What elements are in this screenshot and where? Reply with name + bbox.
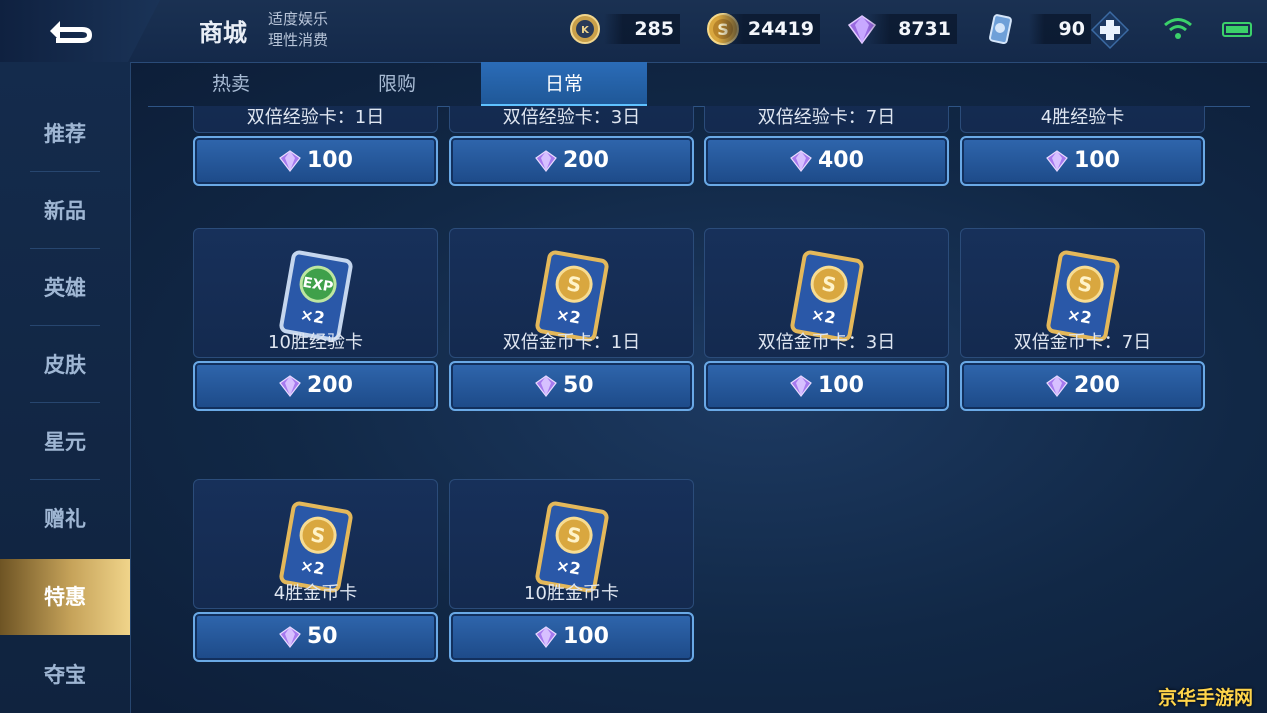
diamond-balance: 8731	[845, 14, 957, 45]
buy-button[interactable]: 100	[193, 136, 438, 186]
price-value: 200	[307, 373, 353, 398]
product-card[interactable]: 双倍经验卡：7日 400	[704, 106, 949, 186]
page-title: 商城	[199, 19, 247, 47]
buy-button[interactable]: 100	[960, 136, 1205, 186]
sidebar-item-label: 新品	[44, 199, 86, 223]
gold-balance: S 24419	[706, 13, 820, 45]
buy-button[interactable]: 50	[449, 361, 694, 411]
diamond-icon	[535, 626, 557, 648]
buy-button[interactable]: 100	[449, 612, 694, 662]
price-value: 100	[1074, 148, 1120, 173]
gold-amount: 24419	[717, 14, 820, 44]
product-card[interactable]: S ×2 4胜金币卡 50	[193, 479, 438, 662]
top-bar: 商城 适度娱乐 理性消费 K 285 S 24419 8731 90	[0, 0, 1267, 63]
sidebar-item-skins[interactable]: 皮肤	[0, 327, 130, 403]
tab-limited[interactable]: 限购	[314, 62, 480, 106]
diamond-icon	[279, 626, 301, 648]
sidebar-item-label: 夺宝	[44, 663, 86, 687]
product-card[interactable]: 4胜经验卡 100	[960, 106, 1205, 186]
product-card[interactable]: S ×2 双倍金币卡：1日 50	[449, 228, 694, 411]
play-responsibly-notice: 适度娱乐 理性消费	[268, 9, 328, 51]
sidebar-item-label: 英雄	[44, 276, 86, 300]
shop-tabs: 热卖 限购 日常	[148, 62, 1250, 107]
sidebar-item-label: 推荐	[44, 122, 86, 146]
price-value: 50	[307, 624, 338, 649]
coupon-icon: K	[570, 14, 600, 44]
product-name: 4胜金币卡	[273, 583, 358, 604]
product-name: 4胜经验卡	[1040, 107, 1125, 128]
sidebar-item-star-elements[interactable]: 星元	[0, 404, 130, 480]
product-name: 双倍经验卡：3日	[502, 107, 641, 128]
product-card[interactable]: S ×2 双倍金币卡：3日 100	[704, 228, 949, 411]
sidebar-item-new[interactable]: 新品	[0, 173, 130, 249]
coupon-amount: 285	[604, 14, 680, 44]
wifi-icon	[1164, 18, 1192, 39]
diamond-icon	[790, 150, 812, 172]
sidebar-item-label: 星元	[44, 430, 86, 454]
sidebar-item-treasure[interactable]: 夺宝	[0, 637, 130, 713]
product-card[interactable]: 双倍经验卡：3日 200	[449, 106, 694, 186]
diamond-icon	[279, 375, 301, 397]
diamond-icon	[535, 150, 557, 172]
product-grid: 双倍经验卡：1日 100 双倍经验卡：3日 200 双倍经验卡：7日 400 4…	[190, 106, 1210, 713]
svg-text:K: K	[581, 25, 590, 36]
buy-button[interactable]: 50	[193, 612, 438, 662]
buy-button[interactable]: 200	[449, 136, 694, 186]
diamond-icon	[1046, 375, 1068, 397]
diamond-icon	[279, 150, 301, 172]
sidebar-item-gifts[interactable]: 赠礼	[0, 481, 130, 557]
sidebar-item-recommended[interactable]: 推荐	[0, 96, 130, 172]
subtitle-line2: 理性消费	[268, 31, 329, 49]
sidebar-item-label: 皮肤	[44, 353, 86, 377]
sidebar-item-label: 特惠	[44, 585, 86, 609]
sidebar-item-label: 赠礼	[44, 507, 86, 531]
product-name: 双倍金币卡：3日	[757, 332, 896, 353]
price-value: 100	[563, 624, 609, 649]
buy-button[interactable]: 200	[960, 361, 1205, 411]
subtitle-line1: 适度娱乐	[268, 10, 329, 28]
product-name: 双倍金币卡：1日	[502, 332, 641, 353]
product-name: 10胜金币卡	[524, 583, 619, 604]
add-currency-button[interactable]	[1090, 10, 1130, 50]
diamond-icon	[790, 375, 812, 397]
price-value: 200	[563, 148, 609, 173]
ticket-amount: 90	[1028, 14, 1091, 44]
ticket-card-icon	[989, 14, 1012, 45]
product-card[interactable]: EXP ×2 10胜经验卡 200	[193, 228, 438, 411]
diamond-icon	[1046, 150, 1068, 172]
diamond-amount: 8731	[868, 14, 957, 44]
diamond-icon	[535, 375, 557, 397]
price-value: 50	[563, 373, 594, 398]
product-card[interactable]: 双倍经验卡：1日 100	[193, 106, 438, 186]
price-value: 100	[818, 373, 864, 398]
price-value: 100	[307, 148, 353, 173]
product-name: 双倍经验卡：1日	[246, 107, 385, 128]
buy-button[interactable]: 200	[193, 361, 438, 411]
product-name: 10胜经验卡	[268, 332, 363, 353]
product-card[interactable]: S ×2 10胜金币卡 100	[449, 479, 694, 662]
coupon-balance: K 285	[568, 14, 680, 44]
sidebar-item-special-offers[interactable]: 特惠	[0, 559, 130, 635]
buy-button[interactable]: 400	[704, 136, 949, 186]
tab-daily[interactable]: 日常	[481, 62, 647, 106]
product-card[interactable]: S ×2 双倍金币卡：7日 200	[960, 228, 1205, 411]
back-button[interactable]	[0, 0, 160, 62]
buy-button[interactable]: 100	[704, 361, 949, 411]
category-sidebar: 推荐 新品 英雄 皮肤 星元 赠礼 特惠 夺宝	[0, 62, 131, 713]
back-arrow-icon	[50, 21, 92, 43]
sidebar-item-heroes[interactable]: 英雄	[0, 250, 130, 326]
site-watermark: 京华手游网	[1158, 687, 1254, 709]
price-value: 200	[1074, 373, 1120, 398]
tab-hot[interactable]: 热卖	[148, 62, 314, 106]
product-name: 双倍经验卡：7日	[757, 107, 896, 128]
battery-icon	[1222, 22, 1252, 37]
price-value: 400	[818, 148, 864, 173]
product-name: 双倍金币卡：7日	[1013, 332, 1152, 353]
ticket-balance: 90	[983, 14, 1091, 45]
